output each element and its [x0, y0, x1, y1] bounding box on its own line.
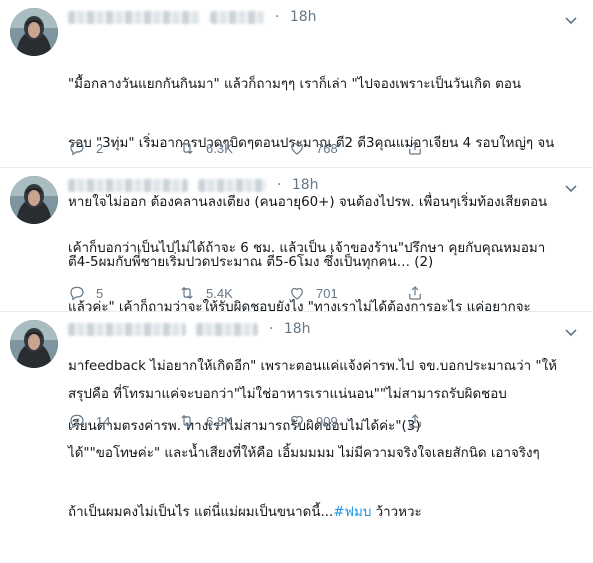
- heart-icon: [291, 415, 303, 428]
- avatar[interactable]: [10, 8, 58, 56]
- chevron-down-icon[interactable]: [563, 324, 579, 340]
- reply-icon: [70, 286, 84, 301]
- reply-button[interactable]: 2: [68, 138, 103, 158]
- author-name-blurred[interactable]: [68, 322, 186, 336]
- tweet-header: · 18h: [68, 9, 317, 29]
- author-handle-blurred[interactable]: [210, 10, 265, 24]
- like-button[interactable]: 768: [288, 138, 338, 158]
- avatar[interactable]: [10, 320, 58, 368]
- tweet[interactable]: · 18h "มื้อกลางวันแยกกันกินมา" แล้วก็ถาม…: [0, 0, 593, 270]
- author-handle-blurred[interactable]: [198, 178, 267, 192]
- reply-button[interactable]: 14: [68, 411, 110, 431]
- retweet-icon: [181, 286, 193, 300]
- share-button[interactable]: [406, 411, 434, 431]
- heart-icon: [291, 142, 303, 155]
- tweet-text: สรุปคือ ที่โทรมาแค่จะบอกว่า"ไม่ใช่อาหารเ…: [68, 386, 540, 521]
- heart-icon: [291, 287, 303, 300]
- tweet-actions: 2 6.3K 768: [68, 138, 568, 158]
- chevron-down-icon[interactable]: [563, 12, 579, 28]
- author-handle-blurred[interactable]: [196, 322, 259, 336]
- tweet-timestamp[interactable]: 18h: [290, 9, 317, 25]
- share-icon: [409, 141, 421, 155]
- like-button[interactable]: 701: [288, 283, 338, 303]
- retweet-button[interactable]: 5.4K: [178, 283, 233, 303]
- share-button[interactable]: [406, 138, 434, 158]
- retweet-icon: [181, 141, 193, 155]
- hashtag-link[interactable]: #ฟมบ: [333, 505, 371, 520]
- tweet-timestamp[interactable]: 18h: [284, 321, 311, 337]
- retweet-button[interactable]: 6.8K: [178, 411, 233, 431]
- retweet-icon: [181, 414, 193, 428]
- tweet-timestamp[interactable]: 18h: [292, 177, 319, 193]
- retweet-button[interactable]: 6.3K: [178, 138, 233, 158]
- tweet[interactable]: · 18h สรุปคือ ที่โทรมาแค่จะบอกว่า"ไม่ใช่…: [0, 312, 593, 520]
- share-icon: [409, 414, 421, 428]
- tweet-actions: 14 6.8K 909: [68, 411, 568, 431]
- tweet-header: · 18h: [68, 177, 319, 197]
- author-name-blurred[interactable]: [68, 10, 200, 24]
- tweet-actions: 5 5.4K 701: [68, 283, 568, 303]
- avatar[interactable]: [10, 176, 58, 224]
- tweet-header: · 18h: [68, 321, 311, 341]
- tweet[interactable]: · 18h เค้าก็บอกว่าเป็นไปไม่ได้ถ้าจะ 6 ชม…: [0, 168, 593, 434]
- reply-icon: [70, 414, 84, 429]
- reply-button[interactable]: 5: [68, 283, 103, 303]
- like-button[interactable]: 909: [288, 411, 338, 431]
- share-button[interactable]: [406, 283, 434, 303]
- reply-icon: [70, 141, 84, 156]
- author-name-blurred[interactable]: [68, 178, 188, 192]
- chevron-down-icon[interactable]: [563, 180, 579, 196]
- share-icon: [409, 286, 421, 300]
